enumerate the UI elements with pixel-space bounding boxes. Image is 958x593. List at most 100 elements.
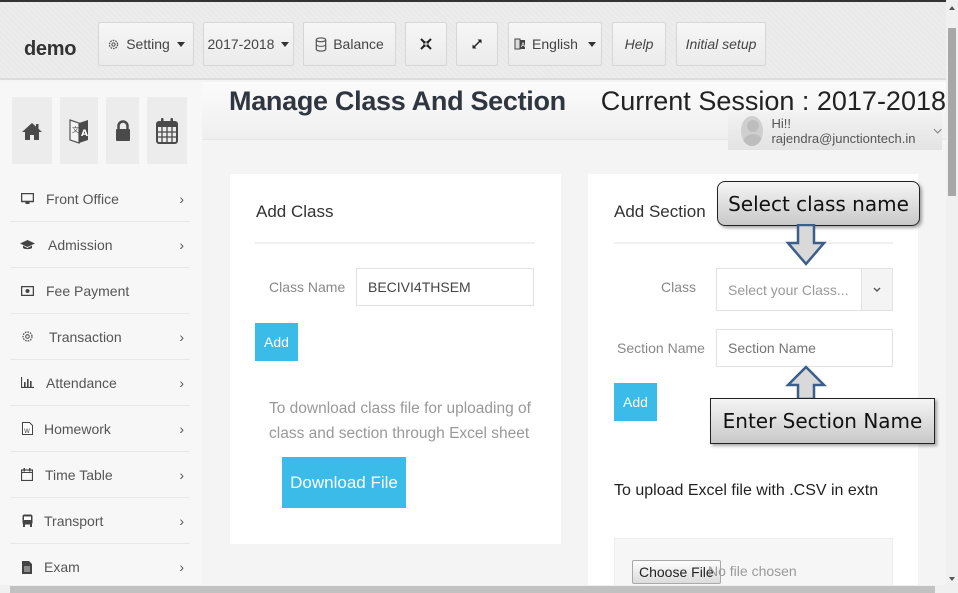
svg-text:文: 文	[72, 125, 79, 134]
sidebar-item-admission[interactable]: Admission ›	[10, 222, 190, 268]
chevron-right-icon: ›	[179, 374, 184, 391]
caret-down-icon	[587, 41, 596, 47]
arrow-down-icon	[785, 224, 827, 266]
class-name-input[interactable]: BECIVI4THSEM	[356, 268, 534, 306]
sidebar-item-exam[interactable]: Exam ›	[10, 544, 190, 590]
section-name-label: Section Name	[617, 340, 705, 356]
help-button[interactable]: Help	[612, 22, 666, 66]
arrow-up-icon	[785, 365, 827, 401]
sidebar-item-fee-payment[interactable]: Fee Payment	[10, 268, 190, 314]
compress-icon	[420, 38, 432, 50]
scrollbar-thumb[interactable]	[10, 586, 935, 593]
scroll-down-icon[interactable]	[949, 577, 955, 581]
translate-icon: A	[514, 38, 526, 49]
graduation-cap-icon	[16, 239, 38, 250]
sidebar-item-homework[interactable]: W Homework ›	[10, 406, 190, 452]
gear-icon	[16, 330, 38, 343]
add-section-button[interactable]: Add	[614, 383, 657, 421]
fullscreen-button[interactable]	[456, 22, 498, 66]
quick-link-calendar[interactable]	[147, 97, 187, 164]
file-icon	[16, 560, 38, 574]
balance-button[interactable]: Balance	[303, 22, 396, 66]
user-menu[interactable]: Hi!! rajendra@junctiontech.in	[728, 112, 942, 150]
chevron-right-icon: ›	[179, 512, 184, 529]
download-help-text: To download class file for uploading of …	[269, 396, 531, 446]
setting-label: Setting	[126, 36, 170, 52]
avatar	[741, 116, 764, 146]
download-file-button[interactable]: Download File	[282, 457, 406, 508]
sidebar-item-label: Transaction	[49, 328, 122, 345]
initial-setup-label: Initial setup	[685, 36, 757, 52]
chevron-right-icon: ›	[179, 328, 184, 345]
gear-icon	[108, 39, 119, 49]
class-select-toggle[interactable]	[861, 269, 892, 310]
brand-logo[interactable]: demo	[24, 38, 76, 61]
chevron-down-icon	[933, 128, 942, 134]
class-select-placeholder: Select your Class...	[728, 281, 849, 298]
svg-text:A: A	[521, 42, 526, 49]
svg-text:W: W	[24, 428, 30, 435]
monitor-icon	[16, 192, 38, 205]
calendar-icon	[156, 117, 178, 144]
compress-button[interactable]	[405, 22, 447, 66]
quick-link-lock[interactable]	[106, 97, 139, 164]
class-select[interactable]: Select your Class...	[716, 268, 893, 311]
scrollbar-thumb[interactable]	[948, 28, 956, 196]
add-section-panel	[588, 174, 918, 585]
language-dropdown[interactable]: A English	[508, 22, 602, 66]
help-line-2: class and section through Excel sheet	[269, 425, 530, 442]
session-dropdown[interactable]: 2017-2018	[203, 22, 294, 66]
top-navbar: demo Setting 2017-2018 Balance A English…	[0, 0, 946, 80]
money-icon	[16, 285, 38, 296]
section-name-input[interactable]	[716, 329, 893, 367]
sidebar-item-transport[interactable]: Transport ›	[10, 498, 190, 544]
help-label: Help	[624, 36, 654, 52]
page-title: Manage Class And Section	[229, 86, 566, 116]
sidebar: A文 Front Office › Admission › Fee Paymen…	[0, 82, 202, 585]
sidebar-item-label: Homework	[44, 420, 111, 437]
sidebar-item-attendance[interactable]: Attendance ›	[10, 360, 190, 406]
chevron-right-icon: ›	[179, 190, 184, 207]
user-greeting: Hi!! rajendra@junctiontech.in	[771, 116, 916, 146]
sidebar-item-label: Fee Payment	[46, 282, 130, 299]
bus-icon	[16, 514, 38, 527]
sidebar-item-label: Attendance	[46, 374, 117, 391]
add-class-button[interactable]: Add	[255, 323, 298, 361]
quick-link-language[interactable]: A文	[60, 97, 98, 164]
initial-setup-button[interactable]: Initial setup	[676, 22, 766, 66]
no-file-text: No file chosen	[708, 563, 797, 579]
sidebar-item-time-table[interactable]: Time Table ›	[10, 452, 190, 498]
home-icon	[22, 122, 42, 140]
scroll-up-icon[interactable]	[949, 6, 955, 10]
sidebar-item-label: Time Table	[45, 466, 113, 483]
class-label: Class	[661, 279, 697, 295]
sidebar-item-label: Front Office	[46, 190, 119, 207]
vertical-scrollbar[interactable]	[946, 0, 958, 585]
language-label: English	[532, 36, 578, 52]
horizontal-scrollbar[interactable]	[0, 585, 958, 593]
sidebar-item-label: Admission	[48, 236, 113, 253]
quick-link-home[interactable]	[12, 97, 52, 164]
chevron-right-icon: ›	[179, 420, 184, 437]
setting-dropdown[interactable]: Setting	[98, 22, 194, 66]
sidebar-item-transaction[interactable]: Transaction ›	[10, 314, 190, 360]
upload-instruction: To upload Excel file with .CSV in extn	[614, 482, 879, 499]
chevron-right-icon: ›	[179, 559, 184, 575]
lock-icon	[115, 119, 130, 141]
select-class-callout: Select class name	[717, 181, 920, 226]
sidebar-item-label: Exam	[44, 559, 80, 575]
balance-label: Balance	[333, 36, 384, 52]
expand-icon	[472, 39, 482, 49]
svg-text:A: A	[81, 129, 88, 139]
chevron-down-icon	[873, 287, 881, 292]
divider	[614, 242, 893, 244]
session-label: 2017-2018	[207, 36, 275, 52]
sidebar-item-front-office[interactable]: Front Office ›	[10, 176, 190, 222]
caret-down-icon	[281, 41, 290, 47]
calendar-icon	[16, 468, 38, 481]
chevron-right-icon: ›	[179, 236, 184, 253]
translate-icon: A文	[69, 118, 88, 144]
database-icon	[315, 36, 327, 52]
word-file-icon: W	[16, 422, 38, 435]
sidebar-item-label: Transport	[44, 512, 104, 529]
